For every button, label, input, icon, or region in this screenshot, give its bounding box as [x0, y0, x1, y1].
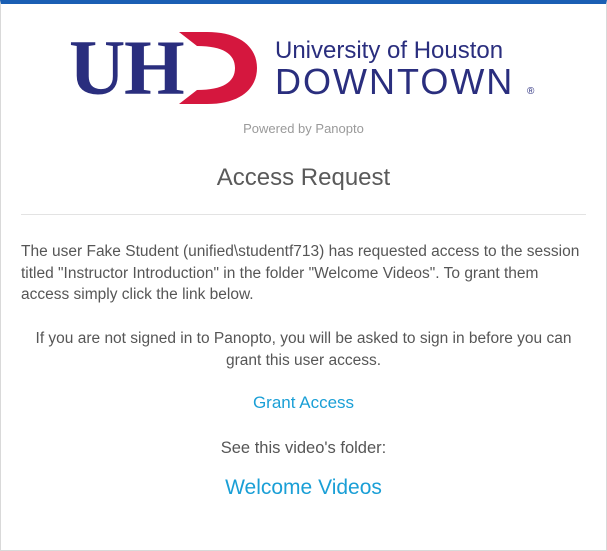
request-message: The user Fake Student (unified\studentf7… — [21, 241, 586, 306]
logo-univ-top: University of Houston — [275, 37, 503, 64]
powered-by-text: Powered by Panopto — [21, 121, 586, 136]
signin-note: If you are not signed in to Panopto, you… — [21, 328, 586, 371]
logo-univ-bottom: DOWNTOWN — [275, 61, 514, 102]
logo-block: U H University of Houston DOWNTOWN ® Pow… — [21, 28, 586, 136]
divider — [21, 214, 586, 215]
folder-link[interactable]: Welcome Videos — [225, 476, 382, 499]
svg-text:H: H — [124, 28, 185, 110]
svg-text:U: U — [69, 28, 125, 110]
grant-access-link[interactable]: Grant Access — [253, 393, 354, 412]
uhd-logo: U H University of Houston DOWNTOWN ® — [69, 28, 539, 115]
access-request-card: U H University of Houston DOWNTOWN ® Pow… — [0, 0, 607, 551]
folder-label: See this video's folder: — [21, 439, 586, 458]
svg-text:®: ® — [527, 86, 535, 97]
page-title: Access Request — [21, 164, 586, 192]
